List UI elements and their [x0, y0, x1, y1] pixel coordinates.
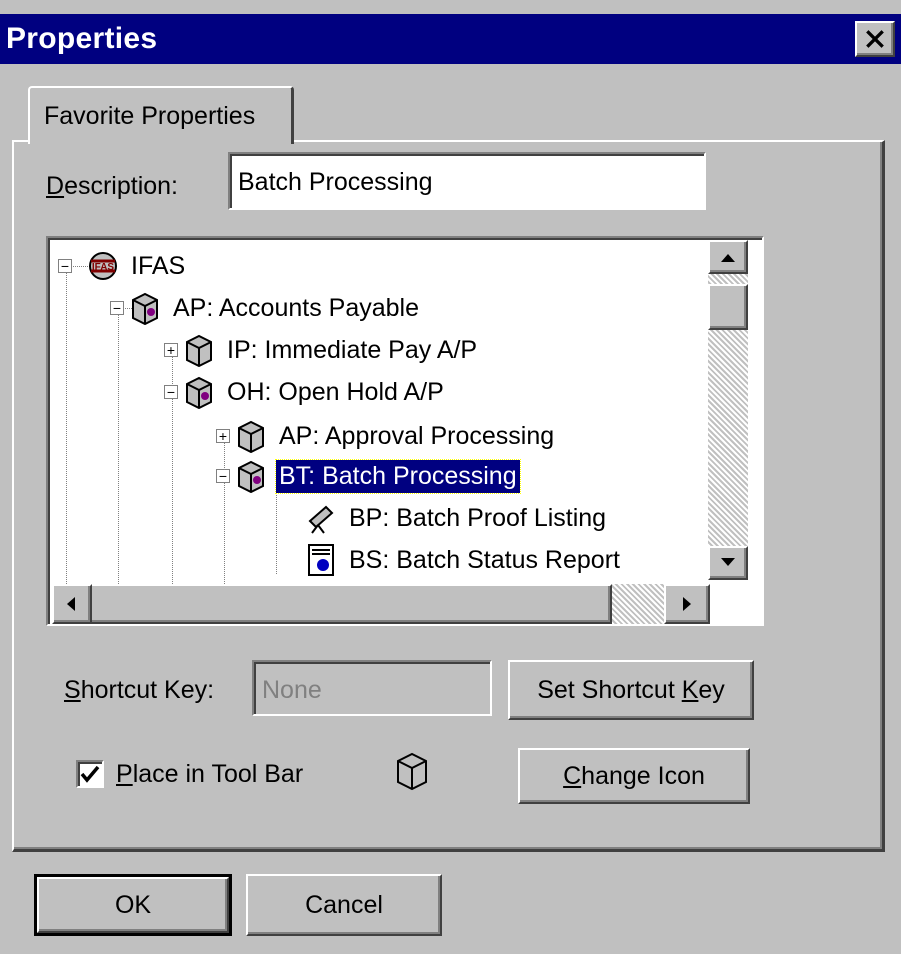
shortcut-key-label: Shortcut Key:: [64, 676, 215, 704]
tree-node-batch-status-report[interactable]: BS: Batch Status Report: [304, 540, 623, 580]
collapse-icon[interactable]: −: [110, 301, 124, 315]
tree-node-label: BP: Batch Proof Listing: [349, 503, 607, 532]
scroll-up-button[interactable]: [708, 240, 748, 274]
tree-view[interactable]: − IFAS IFAS − AP: Accounts Payable + IP:…: [46, 236, 764, 626]
tab-label: Favorite Properties: [44, 102, 256, 130]
horizontal-scroll-thumb[interactable]: [52, 584, 612, 624]
tree-node-label: OH: Open Hold A/P: [227, 377, 444, 406]
collapse-icon[interactable]: −: [216, 469, 230, 483]
report-icon: [308, 544, 334, 576]
properties-dialog: Properties Favorite Properties Descripti…: [0, 0, 901, 954]
cube-icon: [186, 376, 212, 409]
arrow-down-icon: [721, 558, 735, 566]
ifas-logo-icon: IFAS: [89, 252, 117, 280]
cube-icon: [186, 334, 212, 367]
tree-node-label: BS: Batch Status Report: [349, 545, 620, 574]
cube-icon: [238, 460, 264, 493]
window-title: Properties: [6, 22, 158, 55]
scroll-down-button[interactable]: [708, 546, 748, 580]
tree-node-immediate-pay[interactable]: + IP: Immediate Pay A/P: [164, 330, 480, 370]
arrow-up-icon: [721, 254, 735, 262]
cancel-button[interactable]: Cancel: [246, 874, 442, 936]
place-in-toolbar-label[interactable]: Place in Tool Bar: [116, 760, 303, 789]
collapse-icon[interactable]: −: [164, 385, 178, 399]
svg-text:IFAS: IFAS: [92, 262, 115, 273]
expand-icon[interactable]: +: [216, 429, 230, 443]
description-input[interactable]: Batch Processing: [228, 152, 706, 210]
scroll-left-button[interactable]: [52, 584, 92, 624]
tree-node-label: AP: Accounts Payable: [173, 293, 419, 322]
cube-icon: [132, 292, 158, 325]
expand-icon[interactable]: +: [164, 343, 178, 357]
shortcut-key-field: None: [252, 660, 492, 716]
tree-node-label: AP: Approval Processing: [279, 421, 555, 450]
vertical-scroll-thumb[interactable]: [708, 284, 748, 330]
telescope-icon: [308, 505, 334, 534]
cube-icon: [397, 752, 427, 791]
tree-node-label: BT: Batch Processing: [275, 458, 521, 494]
tree-node-label: IP: Immediate Pay A/P: [227, 335, 478, 364]
tab-favorite-properties[interactable]: Favorite Properties: [28, 86, 294, 144]
title-bar[interactable]: Properties: [0, 14, 901, 64]
scroll-right-button[interactable]: [664, 584, 710, 624]
checkmark-icon: [80, 765, 100, 783]
tree-node-open-hold[interactable]: − OH: Open Hold A/P: [164, 372, 447, 412]
close-button[interactable]: [855, 21, 895, 57]
arrow-right-icon: [683, 597, 691, 611]
tree-node-accounts-payable[interactable]: − AP: Accounts Payable: [110, 288, 422, 328]
collapse-icon[interactable]: −: [58, 259, 72, 273]
cube-icon: [238, 420, 264, 453]
place-in-toolbar-checkbox[interactable]: [76, 760, 104, 788]
tree-node-approval-processing[interactable]: + AP: Approval Processing: [216, 416, 557, 456]
tree-node-ifas[interactable]: − IFAS IFAS: [58, 246, 188, 286]
change-icon-button[interactable]: Change Icon: [518, 748, 750, 804]
ok-button-label: OK: [114, 890, 152, 919]
set-shortcut-key-button[interactable]: Set Shortcut Key: [508, 660, 754, 720]
arrow-left-icon: [67, 597, 75, 611]
tree-node-label: IFAS: [131, 251, 186, 280]
tree-node-batch-proof-listing[interactable]: BP: Batch Proof Listing: [304, 498, 609, 538]
description-label: Description:: [46, 172, 179, 200]
ok-button[interactable]: OK: [34, 874, 232, 936]
cancel-button-label: Cancel: [305, 890, 383, 919]
tree-node-batch-processing[interactable]: − BT: Batch Processing: [216, 456, 521, 496]
close-icon: [866, 30, 884, 48]
